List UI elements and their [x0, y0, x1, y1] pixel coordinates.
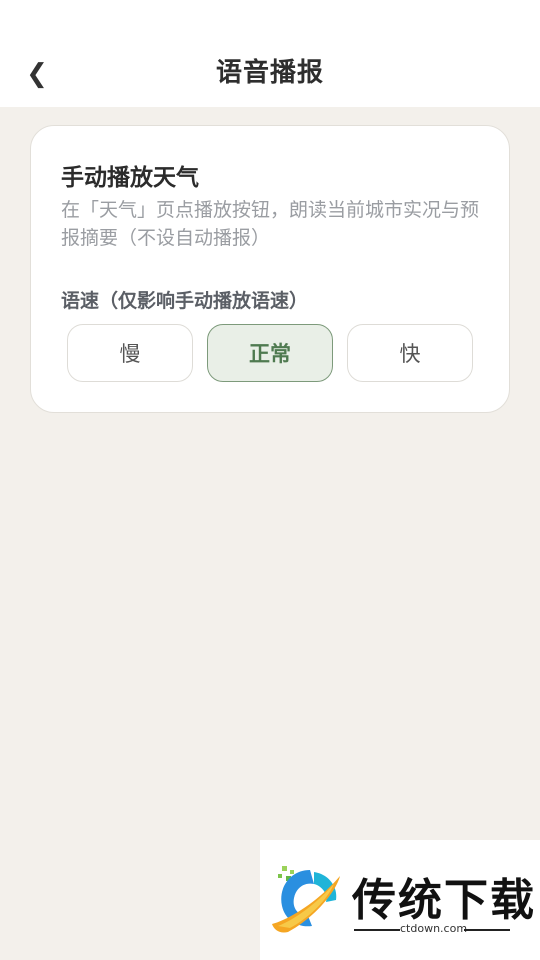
speed-normal-button[interactable]: 正常	[207, 324, 333, 382]
watermark-logo-icon	[272, 866, 340, 933]
speed-slow-button[interactable]: 慢	[67, 324, 193, 382]
voice-broadcast-card: 手动播放天气 在「天气」页点播放按钮，朗读当前城市实况与预报摘要（不设自动播报）…	[30, 125, 510, 413]
watermark-text: 传统下载	[352, 875, 536, 926]
speed-fast-button[interactable]: 快	[347, 324, 473, 382]
top-app-bar: ❮ 语音播报	[0, 0, 540, 107]
speed-selector: 慢 正常 快	[67, 324, 475, 382]
watermark: 传统下载 ctdown.com	[260, 840, 540, 960]
speed-label: 语速（仅影响手动播放语速）	[61, 290, 309, 312]
watermark-divider-right	[464, 929, 510, 931]
watermark-url: ctdown.com	[400, 922, 468, 935]
watermark-divider-left	[354, 929, 400, 931]
page-title: 语音播报	[215, 58, 324, 88]
card-description: 在「天气」页点播放按钮，朗读当前城市实况与预报摘要（不设自动播报）	[61, 199, 480, 249]
card-title: 手动播放天气	[61, 165, 199, 191]
